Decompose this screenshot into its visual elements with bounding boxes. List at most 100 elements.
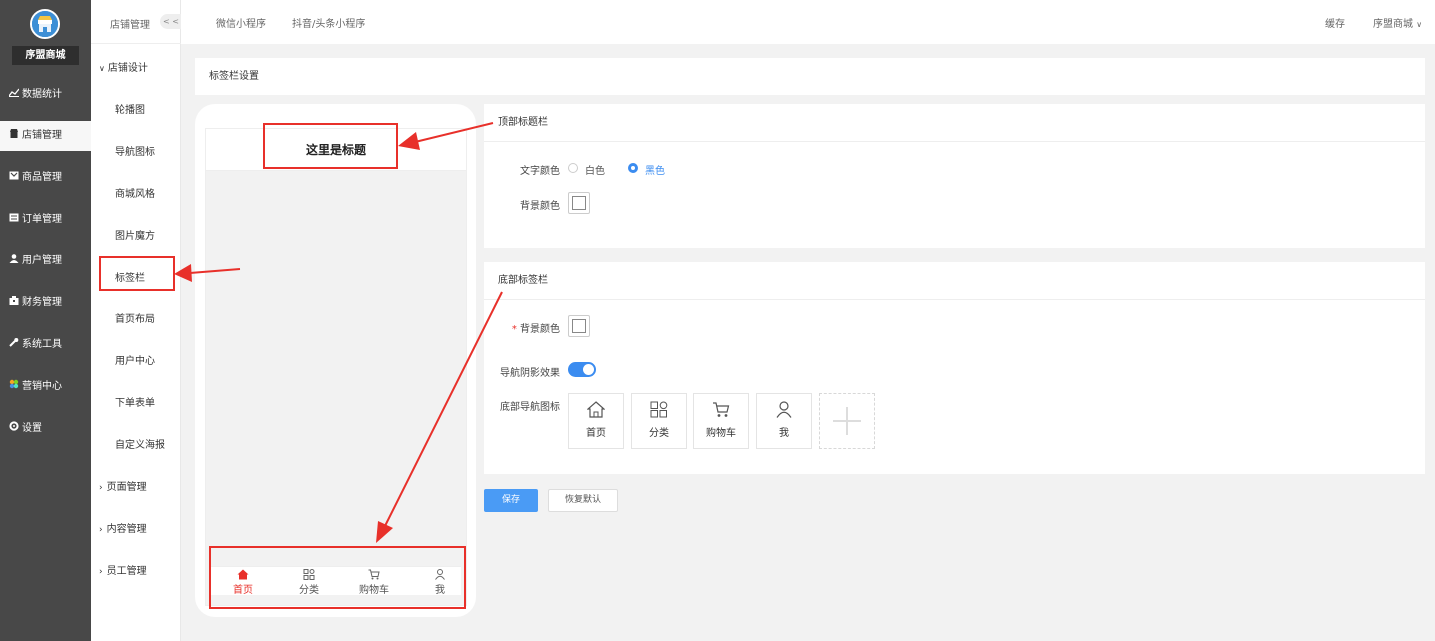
- chevron-down-icon: ∨: [99, 64, 105, 73]
- nav-icon-card-label: 我: [779, 428, 789, 439]
- user-icon: [8, 246, 19, 276]
- subnav-group-label: 页面管理: [106, 482, 147, 493]
- radio-white[interactable]: [568, 163, 578, 173]
- sidebar-item-stats[interactable]: 数据统计: [0, 80, 91, 110]
- sidebar-item-label: 数据统计: [22, 89, 62, 100]
- nav-icon-card-me[interactable]: 我: [756, 393, 812, 449]
- nav-icon-card-label: 分类: [649, 428, 669, 439]
- add-nav-icon-button[interactable]: [819, 393, 875, 449]
- color-swatch: [572, 196, 586, 210]
- order-icon: [8, 205, 19, 235]
- plus-icon: [833, 407, 861, 435]
- shadow-effect-label: 导航阴影效果: [500, 368, 560, 379]
- sidebar-item-label: 商品管理: [22, 172, 62, 183]
- bg-color-picker[interactable]: [568, 192, 590, 214]
- chevron-right-icon: ›: [99, 567, 103, 577]
- chevron-right-icon: ›: [99, 483, 103, 493]
- subnav-title: 店铺管理: [110, 20, 150, 31]
- subnav-group-pages[interactable]: › 页面管理: [99, 478, 147, 493]
- sidebar-item-goods[interactable]: 商品管理: [0, 163, 91, 193]
- bg-color-label: 背景颜色: [520, 201, 560, 212]
- chart-icon: [7, 80, 20, 110]
- panel-title: 顶部标题栏: [484, 104, 1425, 142]
- subnav-item-image-cube[interactable]: 图片魔方: [115, 227, 155, 242]
- sidebar-item-label: 订单管理: [22, 214, 62, 225]
- phone-preview: 这里是标题 首页 分类 购物车 我: [195, 104, 476, 617]
- bottom-bg-color-picker[interactable]: [568, 315, 590, 337]
- subnav-item-nav-icons[interactable]: 导航图标: [115, 143, 155, 158]
- goods-icon: [8, 163, 19, 193]
- nav-icon-card-category[interactable]: 分类: [631, 393, 687, 449]
- subnav-item-poster[interactable]: 自定义海报: [115, 436, 165, 451]
- page-title: 标签栏设置: [195, 58, 1425, 95]
- phone-screen: 这里是标题 首页 分类 购物车 我: [205, 128, 467, 606]
- tab-douyin-miniprogram[interactable]: 抖音/头条小程序: [292, 15, 365, 30]
- save-button[interactable]: 保存: [484, 489, 538, 512]
- subnav-item-style[interactable]: 商城风格: [115, 185, 155, 200]
- shadow-toggle[interactable]: [568, 362, 596, 377]
- wrench-icon: [8, 330, 19, 360]
- subnav-group-label: 员工管理: [106, 566, 147, 577]
- home-icon: [587, 401, 605, 418]
- required-mark: *: [511, 324, 517, 335]
- sidebar-item-users[interactable]: 用户管理: [0, 246, 91, 276]
- store-logo-icon[interactable]: [30, 9, 60, 39]
- subnav-group-content[interactable]: › 内容管理: [99, 520, 147, 535]
- chevron-right-icon: ›: [99, 525, 103, 535]
- top-bar: 微信小程序 抖音/头条小程序 缓存 序盟商城 ∨: [181, 0, 1435, 44]
- radio-black-label[interactable]: 黑色: [645, 162, 665, 177]
- radio-black[interactable]: [628, 163, 638, 173]
- sidebar-item-label: 财务管理: [22, 297, 62, 308]
- subnav-item-banner[interactable]: 轮播图: [115, 101, 145, 116]
- person-icon: [776, 401, 792, 418]
- finance-icon: [8, 288, 19, 318]
- sidebar-item-orders[interactable]: 订单管理: [0, 205, 91, 235]
- subnav-group-staff[interactable]: › 员工管理: [99, 562, 147, 577]
- subnav-item-user-center[interactable]: 用户中心: [115, 352, 155, 367]
- store-switcher-label: 序盟商城: [1373, 19, 1413, 30]
- chevron-down-icon: ∨: [1416, 20, 1423, 29]
- sidebar-item-marketing[interactable]: 营销中心: [0, 372, 91, 402]
- nav-icon-card-cart[interactable]: 购物车: [693, 393, 749, 449]
- tab-wechat-miniprogram[interactable]: 微信小程序: [216, 15, 266, 30]
- sidebar-item-finance[interactable]: 财务管理: [0, 288, 91, 318]
- sidebar-item-label: 系统工具: [22, 339, 62, 350]
- nav-icon-card-home[interactable]: 首页: [568, 393, 624, 449]
- radio-white-label[interactable]: 白色: [585, 162, 605, 177]
- subnav-header: 店铺管理 < <: [91, 0, 182, 44]
- category-icon: [650, 401, 668, 418]
- collapse-button[interactable]: < <: [160, 14, 182, 29]
- marketing-icon: [8, 372, 19, 402]
- bottom-bg-color-label: * 背景颜色: [504, 320, 560, 335]
- subnav-item-order-form[interactable]: 下单表单: [115, 394, 155, 409]
- top-titlebar-panel: 顶部标题栏 文字颜色 白色 黑色 背景颜色: [484, 104, 1425, 248]
- toggle-knob: [583, 364, 594, 375]
- brand-name: 序盟商城: [12, 46, 79, 65]
- sidebar-item-store[interactable]: 店铺管理: [0, 121, 91, 151]
- sidebar-item-tools[interactable]: 系统工具: [0, 330, 91, 360]
- cart-icon: [713, 402, 730, 417]
- bottom-bg-color-text: 背景颜色: [520, 324, 560, 335]
- main-sidebar: 序盟商城 数据统计 店铺管理 商品管理 订单管理 用户管理 财务管理 系统工具 …: [0, 0, 91, 641]
- subnav-group-label: 店铺设计: [107, 63, 148, 74]
- color-swatch: [572, 319, 586, 333]
- annotation-box-tabbar-menu: [99, 256, 175, 291]
- annotation-box-phone-tabbar: [209, 546, 466, 609]
- annotation-box-title: [263, 123, 398, 169]
- reset-default-button[interactable]: 恢复默认: [548, 489, 618, 512]
- sidebar-item-settings[interactable]: 设置: [0, 414, 91, 444]
- store-switcher[interactable]: 序盟商城 ∨: [1373, 15, 1422, 30]
- text-color-label: 文字颜色: [520, 166, 560, 177]
- sub-sidebar: 店铺管理 < < ∨ 店铺设计 轮播图 导航图标 商城风格 图片魔方 标签栏 首页…: [91, 0, 182, 641]
- gear-icon: [8, 414, 19, 444]
- sidebar-item-label: 设置: [22, 423, 42, 434]
- nav-icon-card-label: 首页: [586, 428, 606, 439]
- store-icon: [8, 121, 19, 151]
- subnav-item-home-layout[interactable]: 首页布局: [115, 310, 155, 325]
- subnav-group-design[interactable]: ∨ 店铺设计: [99, 59, 148, 74]
- nav-icons-label: 底部导航图标: [500, 402, 560, 413]
- nav-icon-card-label: 购物车: [706, 428, 736, 439]
- panel-title: 底部标签栏: [484, 262, 1425, 300]
- subnav-group-label: 内容管理: [106, 524, 147, 535]
- cache-button[interactable]: 缓存: [1325, 15, 1345, 30]
